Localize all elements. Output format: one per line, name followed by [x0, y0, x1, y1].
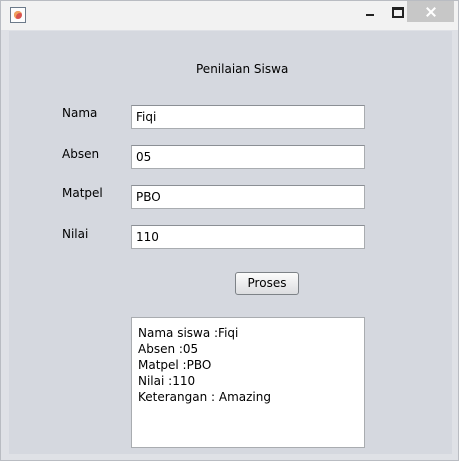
result-textarea[interactable]: Nama siswa :Fiqi Absen :05 Matpel :PBO N…	[131, 317, 365, 448]
matpel-field[interactable]	[131, 185, 365, 209]
result-line-nama: Nama siswa :Fiqi	[138, 326, 239, 340]
absen-field[interactable]	[131, 145, 365, 169]
proses-button[interactable]: Proses	[235, 272, 299, 295]
app-window: Penilaian Siswa Nama Absen Matpel Nilai …	[0, 0, 459, 461]
page-title: Penilaian Siswa	[196, 62, 289, 76]
java-app-icon	[10, 7, 26, 23]
nama-label: Nama	[62, 106, 98, 120]
nilai-field[interactable]	[131, 225, 365, 249]
nilai-label: Nilai	[62, 227, 89, 241]
result-line-absen: Absen :05	[138, 342, 199, 356]
matpel-label: Matpel	[62, 186, 103, 200]
title-bar[interactable]	[1, 1, 458, 30]
nama-field[interactable]	[131, 105, 365, 129]
maximize-icon[interactable]	[386, 1, 408, 23]
result-line-nilai: Nilai :110	[138, 374, 196, 388]
close-icon[interactable]	[407, 1, 454, 22]
minimize-icon[interactable]	[360, 1, 380, 23]
absen-label: Absen	[62, 147, 100, 161]
result-line-keterangan: Keterangan : Amazing	[138, 390, 271, 404]
result-line-matpel: Matpel :PBO	[138, 358, 212, 372]
